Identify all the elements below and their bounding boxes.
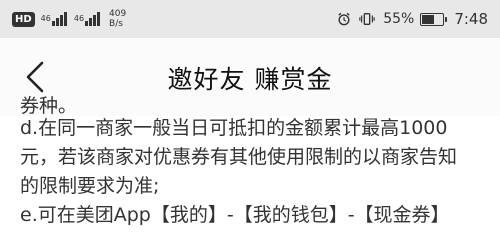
network-speed: 409 B/s (109, 9, 126, 29)
text-line: 元，若该商家对优惠券有其他使用限制的以商家告知 (20, 146, 458, 168)
status-bar: HD 46 46 409 B/s 55% 7:48 (0, 0, 500, 38)
text-line: 的限制要求为准; (20, 175, 160, 197)
signal-network-tag: 46 (40, 14, 51, 23)
vibrate-icon (359, 13, 375, 25)
battery-percentage: 55% (383, 11, 415, 27)
status-time: 7:48 (454, 10, 488, 28)
text-line: e.可在美团App【我的】-【我的钱包】-【现金券】 (20, 204, 450, 226)
text-line: d.在同一商家一般当日可抵扣的金额累计最高1000 (20, 117, 448, 139)
hd-voice-icon: HD (12, 11, 35, 27)
signal-strength-icon-1: 46 (41, 12, 68, 26)
network-speed-unit: B/s (109, 19, 123, 29)
status-right: 55% 7:48 (337, 8, 488, 30)
status-left: HD 46 46 409 B/s (12, 8, 126, 30)
signal-network-tag: 46 (73, 14, 85, 23)
text-line-cut: 券种。 (20, 95, 78, 114)
rules-text: 券种。 d.在同一商家一般当日可抵扣的金额累计最高1000 元，若该商家对优惠券… (20, 95, 490, 230)
page-title: 邀好友 赚赏金 (167, 65, 333, 94)
battery-icon (420, 12, 448, 26)
signal-strength-icon-2: 46 (74, 12, 101, 26)
alarm-clock-icon (338, 12, 350, 26)
network-speed-value: 409 (109, 9, 127, 19)
